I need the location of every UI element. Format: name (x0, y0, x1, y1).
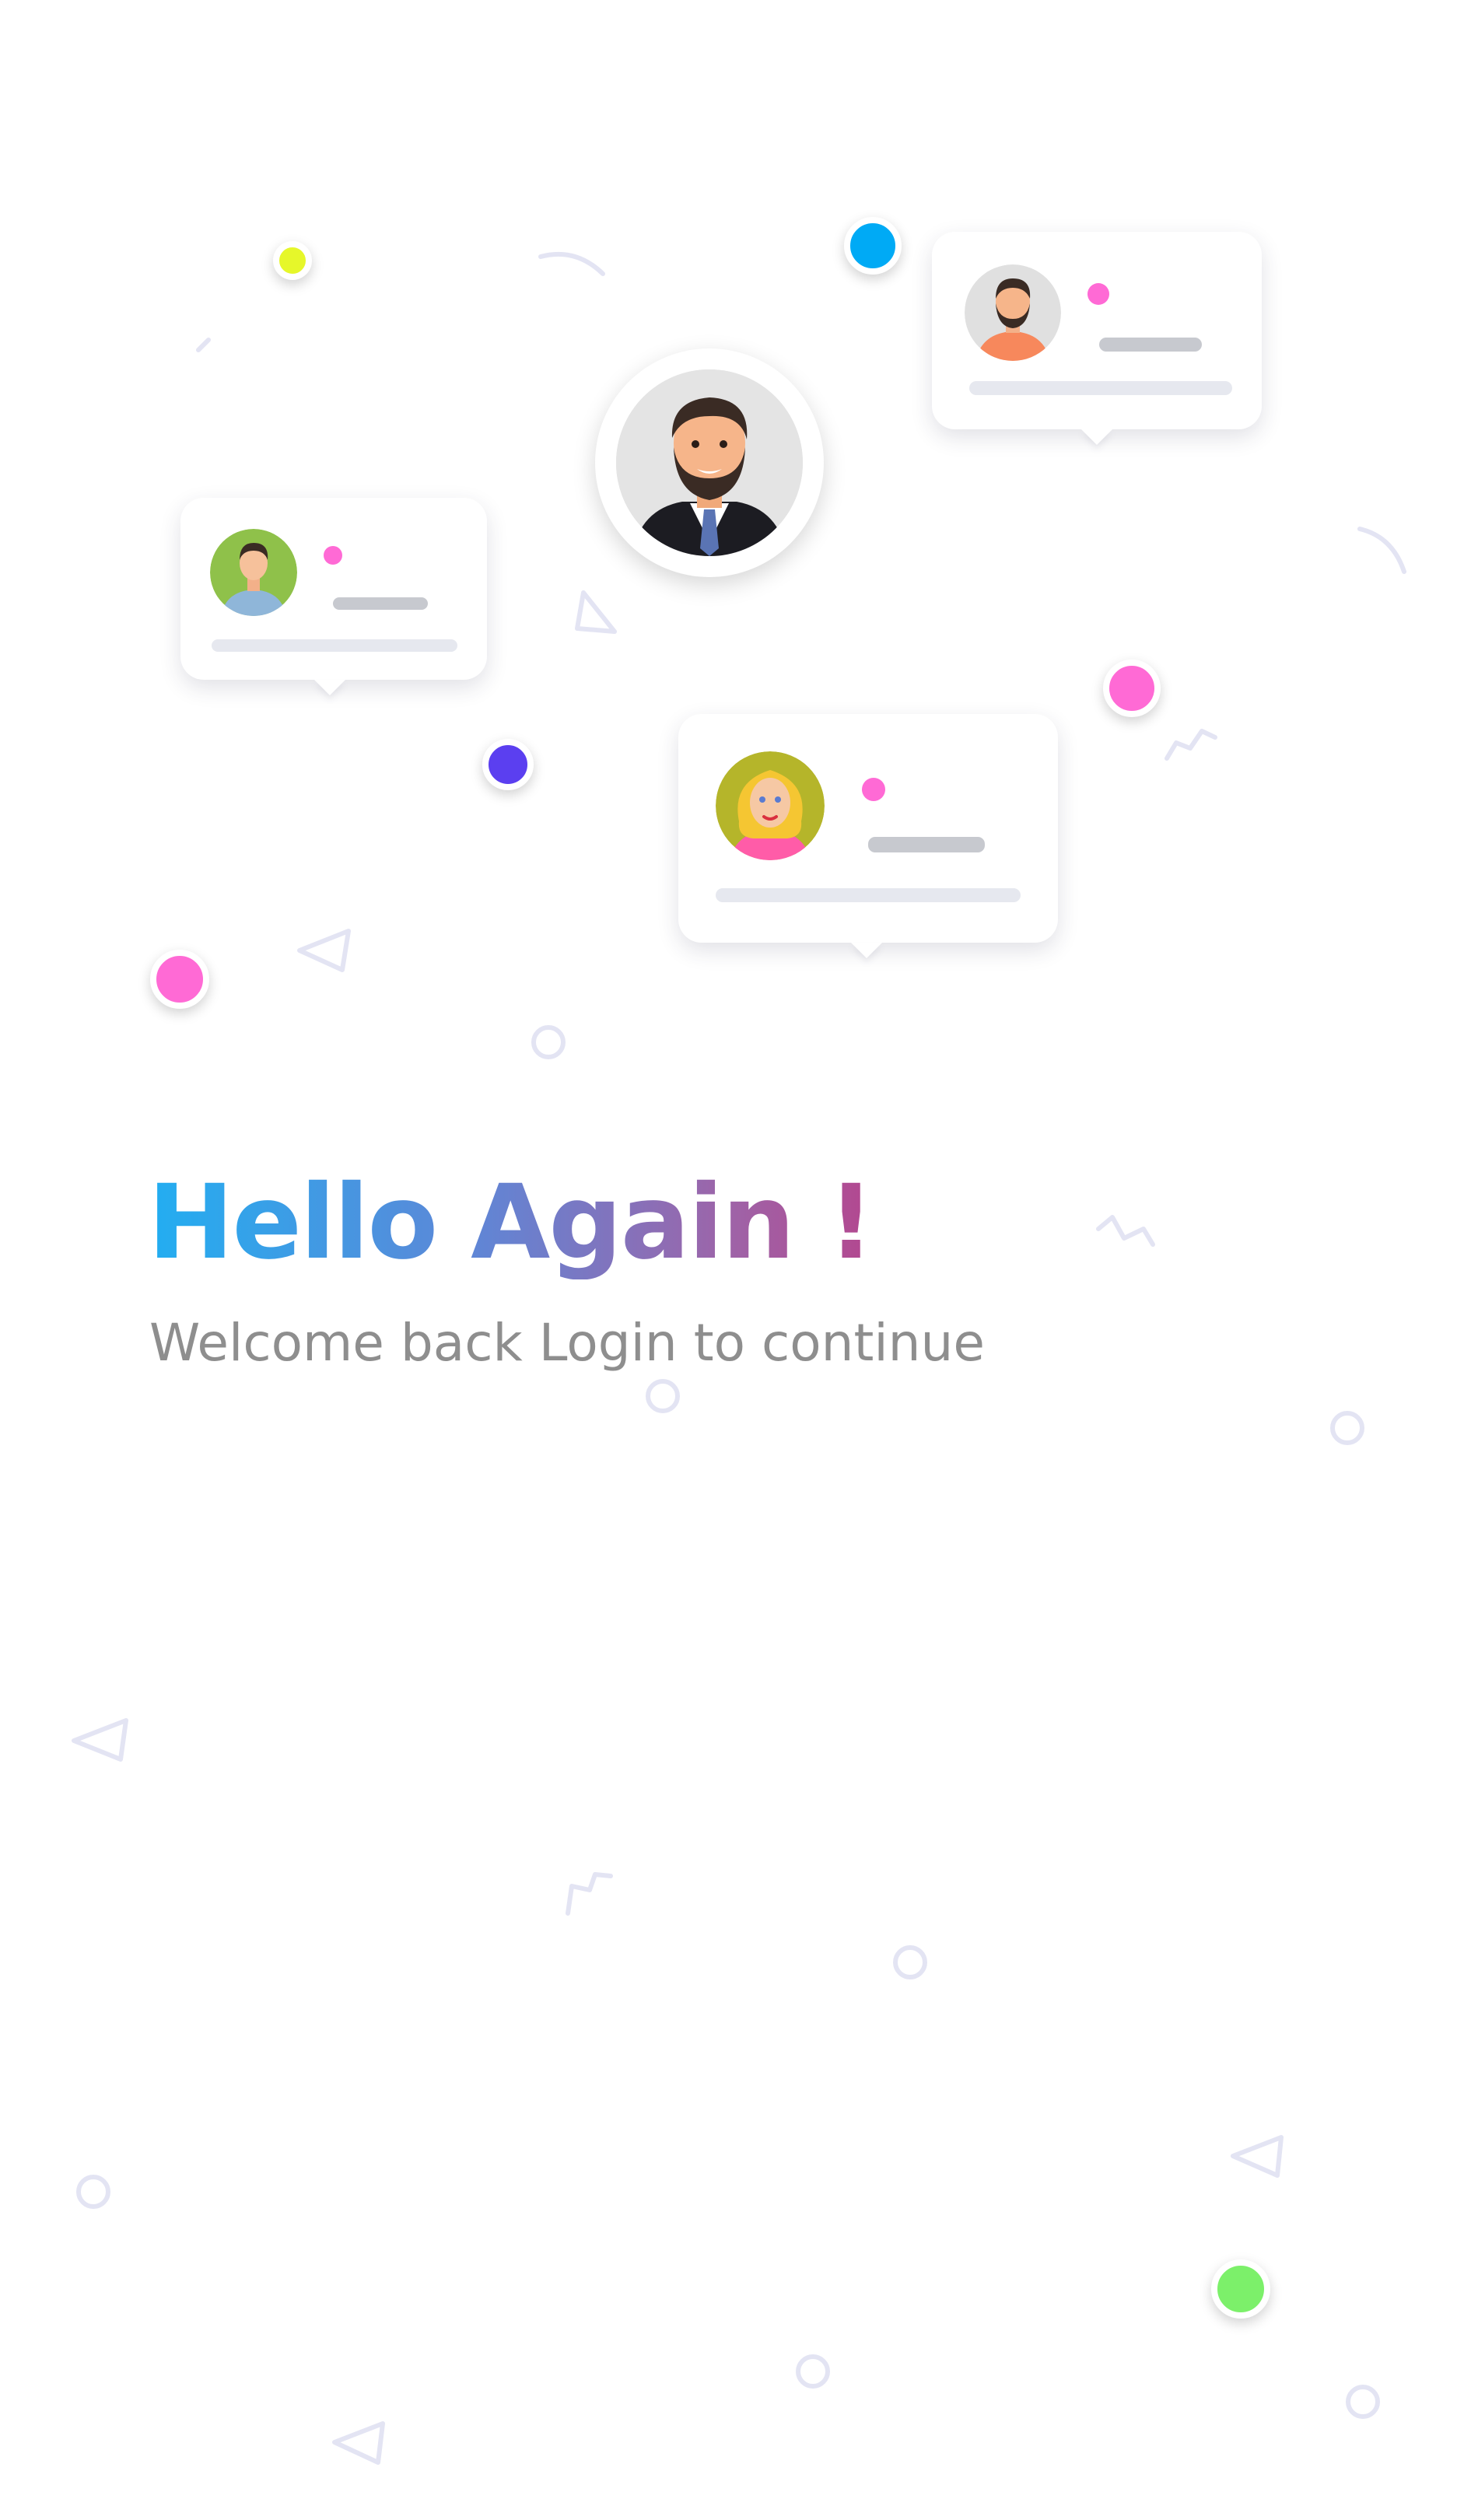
ring-shape (646, 1379, 680, 1413)
triangle-shape (72, 1718, 128, 1762)
chat-card-left: .card[data-name="chat-card-left"]::after… (180, 498, 487, 680)
page-subtitle: Welcome back Login to continue (149, 1313, 985, 1373)
placeholder-line (1099, 338, 1202, 352)
triangle-shape (575, 590, 617, 634)
chat-card-center: .card[data-name="chat-card-center"]::aft… (678, 714, 1058, 943)
triangle-shape (332, 2421, 385, 2465)
avatar-man-orange-icon (965, 264, 1061, 361)
ring-shape (1346, 2385, 1380, 2419)
ring-shape (1330, 1411, 1364, 1445)
status-dot (862, 778, 885, 801)
arc-shape (1357, 527, 1406, 574)
pink-dot (1103, 660, 1161, 717)
ring-shape (796, 2354, 830, 2389)
main-avatar (595, 348, 824, 577)
page-title: Hello Again ! (148, 1163, 874, 1283)
placeholder-line (212, 639, 457, 652)
zigzag-shape (566, 1872, 613, 1916)
triangle-shape (297, 929, 351, 972)
avatar-woman-blonde-icon (716, 751, 825, 860)
placeholder-line (969, 381, 1232, 395)
green-dot (1211, 2259, 1270, 2319)
placeholder-line (716, 888, 1021, 902)
placeholder-line (333, 597, 428, 610)
purple-dot (482, 739, 534, 790)
placeholder-line (868, 837, 985, 852)
status-dot (1087, 283, 1109, 305)
arc-shape (538, 251, 605, 276)
avatar-man-green-icon (210, 529, 297, 616)
zigzag-shape (1096, 1215, 1155, 1247)
ring-shape (893, 1945, 927, 1979)
avatar-man-beard-icon (616, 369, 803, 556)
zigzag-shape (1165, 729, 1217, 761)
status-dot (324, 546, 342, 565)
tick-shape (196, 338, 211, 352)
ring-shape (531, 1025, 566, 1059)
ring-shape (76, 2175, 110, 2209)
pink-dot (150, 950, 209, 1009)
chat-card-top-right: .card[data-name="chat-card-top-right"]::… (932, 232, 1262, 429)
blue-dot (844, 217, 902, 275)
yellow-dot (273, 241, 312, 280)
triangle-shape (1231, 2135, 1284, 2178)
